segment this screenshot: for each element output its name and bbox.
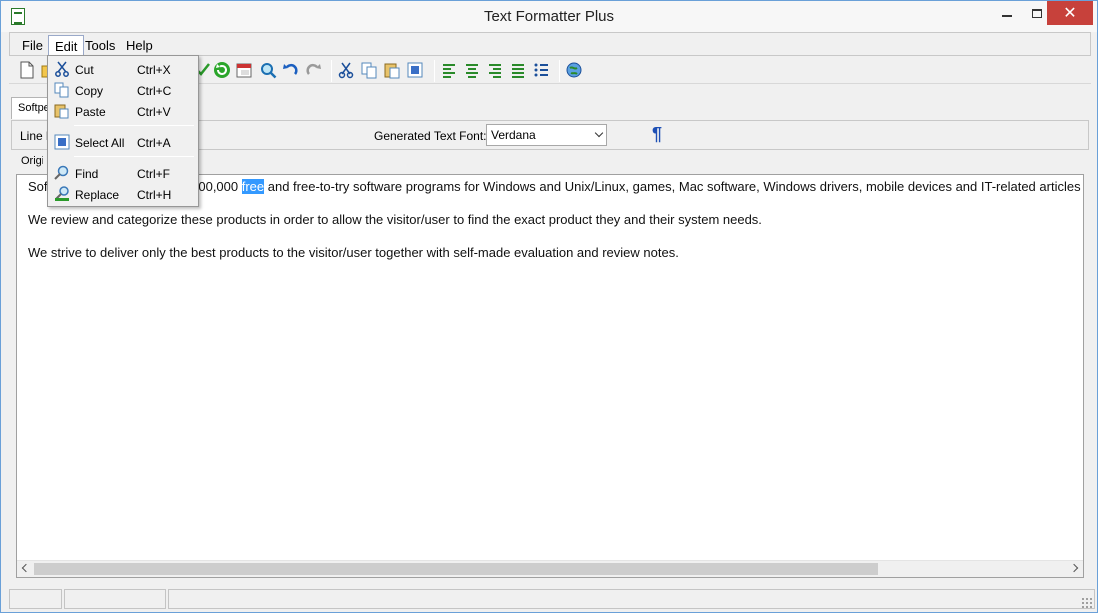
menu-item-select-all[interactable]: Select All Ctrl+A (50, 132, 196, 153)
menu-item-copy[interactable]: Copy Ctrl+C (50, 80, 196, 101)
cut-icon[interactable] (337, 61, 355, 79)
calendar-icon[interactable] (235, 61, 253, 79)
status-pane-3 (168, 589, 1095, 609)
text-line-3: We strive to deliver only the best produ… (28, 245, 679, 260)
status-pane-2 (64, 589, 166, 609)
scroll-left-icon[interactable] (21, 563, 31, 573)
status-bar (1, 587, 1097, 612)
menu-item-label: Replace (75, 188, 120, 202)
status-pane-1 (9, 589, 62, 609)
text-editor[interactable]: Sof ,300,000 free and free-to-try softwar… (16, 174, 1084, 578)
menu-edit-label: Edit (55, 39, 78, 54)
menu-item-shortcut: Ctrl+V (137, 105, 171, 119)
menu-item-shortcut: Ctrl+A (137, 136, 171, 150)
menu-item-replace[interactable]: Replace Ctrl+H (50, 184, 196, 205)
align-left-icon[interactable] (440, 61, 458, 79)
resize-grip-icon[interactable] (1081, 597, 1093, 609)
line-label: Line l (20, 129, 48, 143)
menu-help[interactable]: Help (120, 35, 159, 55)
menu-item-shortcut: Ctrl+F (137, 167, 170, 181)
menu-item-label: Select All (75, 136, 125, 150)
menu-item-label: Paste (75, 105, 106, 119)
menu-item-label: Cut (75, 63, 94, 77)
menu-separator (74, 125, 194, 126)
paste-icon[interactable] (383, 61, 401, 79)
menu-item-label: Copy (75, 84, 104, 98)
close-icon: ✕ (1063, 5, 1077, 22)
menu-tools-label: Tools (85, 38, 116, 53)
chevron-down-icon (594, 128, 604, 138)
app-window: Text Formatter Plus ✕ File Edit Tools He… (0, 0, 1098, 613)
copy-icon[interactable] (360, 61, 378, 79)
undo-icon[interactable] (281, 61, 299, 79)
paste-icon (54, 103, 70, 119)
scissors-icon (54, 61, 70, 77)
menu-bar: File Edit Tools Help (9, 32, 1091, 56)
find-icon (54, 165, 70, 181)
scroll-thumb[interactable] (34, 563, 878, 575)
edit-dropdown-menu: Cut Ctrl+X Copy Ctrl+C Paste Ctrl+V Sele… (47, 55, 199, 207)
minimize-button[interactable] (991, 1, 1023, 25)
font-select[interactable]: Verdana (486, 124, 607, 146)
selected-text: free (241, 179, 265, 194)
menu-tools[interactable]: Tools (79, 35, 121, 55)
font-label: Generated Text Font: (374, 129, 487, 143)
text-line-1-end: and free-to-try software programs for Wi… (264, 179, 1081, 194)
web-globe-icon[interactable] (565, 61, 583, 79)
font-select-value: Verdana (491, 128, 536, 142)
menu-item-shortcut: Ctrl+H (137, 188, 172, 202)
justify-icon[interactable] (509, 61, 527, 79)
refresh-icon[interactable] (213, 61, 231, 79)
menu-item-label: Find (75, 167, 99, 181)
redo-icon[interactable] (305, 61, 323, 79)
new-file-icon[interactable] (19, 61, 37, 79)
close-button[interactable]: ✕ (1047, 1, 1093, 25)
replace-icon (54, 186, 70, 202)
window-title: Text Formatter Plus (483, 8, 615, 25)
text-line-2: We review and categorize these products … (28, 212, 762, 227)
align-center-icon[interactable] (463, 61, 481, 79)
select-all-icon (54, 134, 70, 150)
bullet-list-icon[interactable] (532, 61, 550, 79)
menu-item-cut[interactable]: Cut Ctrl+X (50, 59, 196, 80)
maximize-icon (1032, 8, 1042, 18)
minimize-icon (1002, 15, 1012, 17)
horizontal-scrollbar[interactable] (17, 560, 1083, 577)
text-line-1-start: Sof (28, 179, 48, 194)
menu-help-label: Help (126, 38, 153, 53)
menu-separator (74, 156, 194, 157)
menu-file[interactable]: File (16, 35, 49, 55)
menu-file-label: File (22, 38, 43, 53)
original-label[interactable]: Origin (13, 155, 43, 173)
pilcrow-icon[interactable]: ¶ (652, 124, 662, 145)
menu-item-find[interactable]: Find Ctrl+F (50, 163, 196, 184)
menu-item-shortcut: Ctrl+C (137, 84, 172, 98)
select-all-icon[interactable] (406, 61, 424, 79)
title-bar[interactable]: Text Formatter Plus ✕ (1, 1, 1097, 32)
copy-icon (54, 82, 70, 98)
menu-item-paste[interactable]: Paste Ctrl+V (50, 101, 196, 122)
menu-item-shortcut: Ctrl+X (137, 63, 171, 77)
search-icon[interactable] (259, 61, 277, 79)
scroll-right-icon[interactable] (1069, 563, 1079, 573)
align-right-icon[interactable] (486, 61, 504, 79)
